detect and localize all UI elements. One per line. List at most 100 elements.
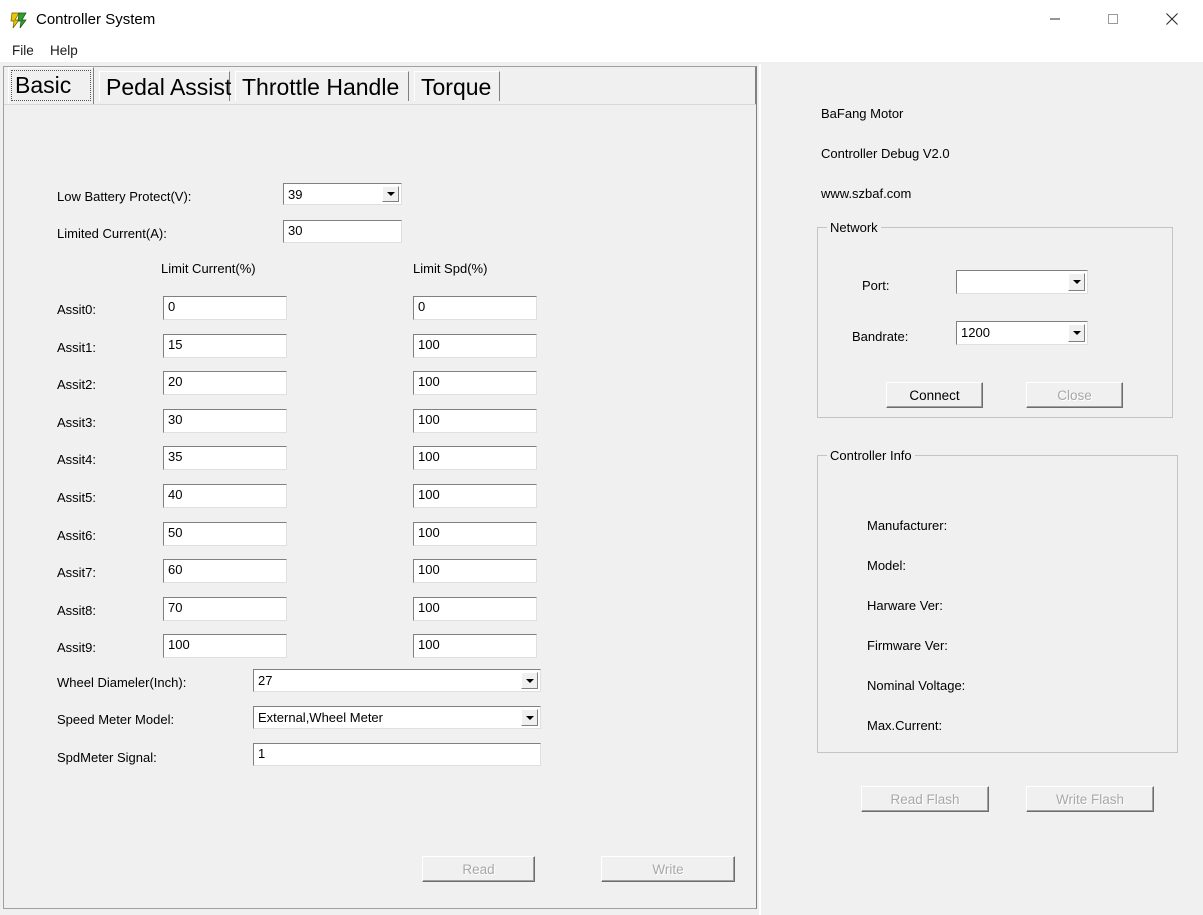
menu-item-help[interactable]: Help [46,42,82,60]
chevron-down-icon[interactable] [1068,273,1085,291]
connect-button[interactable]: Connect [886,382,983,408]
title-bar: Controller System [0,0,1203,40]
read-button[interactable]: Read [422,856,535,882]
assist-limit-spd-input[interactable]: 100 [413,446,537,470]
low-battery-protect-value: 39 [288,187,303,202]
assist-limit-spd-input[interactable]: 100 [413,634,537,658]
close-button[interactable] [1149,0,1195,38]
assist-limit-current-input[interactable]: 30 [163,409,287,433]
wheel-diameter-value: 27 [258,673,273,688]
assist-limit-current-input[interactable]: 35 [163,446,287,470]
low-battery-protect-combo[interactable]: 39 [283,183,402,205]
tab-page-basic: Low Battery Protect(V): 39 Limited Curre… [4,104,756,908]
bandrate-value: 1200 [961,325,990,340]
assist-limit-current-input[interactable]: 70 [163,597,287,621]
tab-basic-label: Basic [15,72,72,98]
column-header-limit-spd: Limit Spd(%) [413,261,488,276]
wheel-diameter-combo[interactable]: 27 [253,669,541,692]
speed-meter-model-combo[interactable]: External,Wheel Meter [253,706,541,729]
assist-limit-current-input[interactable]: 60 [163,559,287,583]
menu-item-file[interactable]: File [8,42,38,60]
assist-limit-current-input[interactable]: 40 [163,484,287,508]
menu-bar: File Help [0,40,1203,62]
assist-limit-current-input[interactable]: 50 [163,522,287,546]
assist-row-label: Assit7: [57,565,97,580]
maximize-icon [1107,13,1119,25]
assist-limit-spd-input[interactable]: 100 [413,484,537,508]
minimize-button[interactable] [1032,0,1078,38]
tab-pedal-assist-label: Pedal Assist [106,74,232,100]
low-battery-protect-label: Low Battery Protect(V): [57,189,192,204]
bandrate-label: Bandrate: [852,329,909,344]
assist-limit-spd-input[interactable]: 100 [413,409,537,433]
chevron-down-icon[interactable] [521,709,538,726]
assist-row-label: Assit1: [57,340,97,355]
read-flash-button[interactable]: Read Flash [861,786,989,812]
controller-info-field-label: Manufacturer: [867,518,948,533]
assist-limit-spd-input[interactable]: 100 [413,597,537,621]
spdmeter-signal-label: SpdMeter Signal: [57,750,157,765]
app-icon [10,10,30,30]
close-connection-button-label: Close [1057,387,1092,403]
tab-torque[interactable]: Torque [414,71,500,101]
assist-limit-spd-input[interactable]: 100 [413,371,537,395]
close-connection-button[interactable]: Close [1026,382,1123,408]
website-label: www.szbaf.com [821,186,912,201]
maximize-button[interactable] [1090,0,1136,38]
application-window: Controller System File Help Basic Pedal … [0,0,1203,915]
assist-row-label: Assit9: [57,640,97,655]
controller-info-group-title: Controller Info [827,448,915,464]
controller-info-field-label: Harware Ver: [867,598,943,613]
product-label: Controller Debug V2.0 [821,146,950,161]
port-combo[interactable] [956,270,1088,294]
tab-pedal-assist[interactable]: Pedal Assist [99,71,232,101]
assist-row-label: Assit2: [57,377,97,392]
tab-basic[interactable]: Basic [8,67,94,105]
network-group: Network Port: Bandrate: 1200 Connect Clo… [817,220,1173,418]
read-button-label: Read [462,861,495,877]
speed-meter-model-label: Speed Meter Model: [57,712,175,727]
column-header-limit-current: Limit Current(%) [161,261,256,276]
write-flash-button-label: Write Flash [1055,791,1124,807]
brand-label: BaFang Motor [821,106,904,121]
assist-limit-current-input[interactable]: 15 [163,334,287,358]
controller-info-field-label: Nominal Voltage: [867,678,966,693]
assist-limit-spd-input[interactable]: 0 [413,296,537,320]
assist-row-label: Assit6: [57,528,97,543]
minimize-icon [1049,13,1061,25]
assist-limit-current-input[interactable]: 20 [163,371,287,395]
close-icon [1165,12,1179,26]
window-title: Controller System [36,11,156,28]
controller-info-field-label: Model: [867,558,907,573]
controller-info-field-label: Firmware Ver: [867,638,948,653]
assist-row-label: Assit3: [57,415,97,430]
controller-info-group: Controller Info Manufacturer: Model: Harwa… [817,448,1178,753]
tab-torque-label: Torque [421,74,492,100]
tab-throttle-handle[interactable]: Throttle Handle [235,71,409,101]
assist-limit-spd-input[interactable]: 100 [413,522,537,546]
tab-strip: Basic Pedal Assist Throttle Handle Torqu… [4,67,755,105]
connect-button-label: Connect [909,387,960,403]
assist-limit-current-input[interactable]: 100 [163,634,287,658]
assist-limit-spd-input[interactable]: 100 [413,559,537,583]
tab-control: Basic Pedal Assist Throttle Handle Torqu… [3,66,757,909]
chevron-down-icon[interactable] [521,672,538,689]
assist-limit-current-input[interactable]: 0 [163,296,287,320]
assist-row-label: Assit4: [57,452,97,467]
limited-current-input[interactable]: 30 [283,220,402,243]
wheel-diameter-label: Wheel Diameler(Inch): [57,675,187,690]
chevron-down-icon[interactable] [382,186,399,202]
assist-row-label: Assit8: [57,603,97,618]
assist-row-label: Assit0: [57,302,97,317]
spdmeter-signal-input[interactable]: 1 [253,743,541,766]
side-panel: BaFang Motor Controller Debug V2.0 www.s… [765,66,1203,915]
port-label: Port: [862,278,890,293]
write-button[interactable]: Write [601,856,735,882]
write-flash-button[interactable]: Write Flash [1026,786,1154,812]
assist-limit-spd-input[interactable]: 100 [413,334,537,358]
controller-info-field-label: Max.Current: [867,718,943,733]
read-flash-button-label: Read Flash [890,791,960,807]
chevron-down-icon[interactable] [1068,324,1085,342]
panel-divider [759,64,761,915]
bandrate-combo[interactable]: 1200 [956,321,1088,345]
